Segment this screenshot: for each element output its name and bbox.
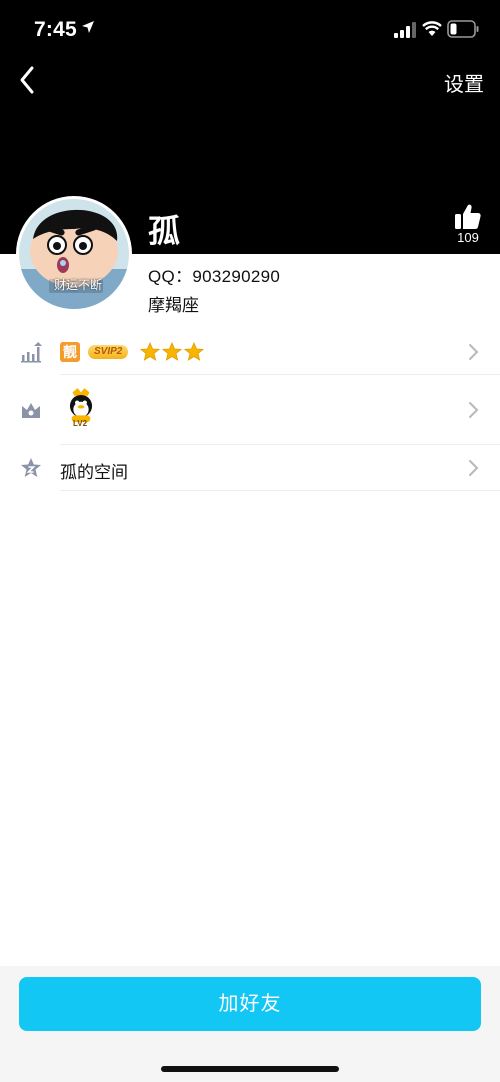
growth-chart-icon — [21, 342, 42, 363]
qq-number: QQ：903290290 — [148, 267, 281, 286]
chevron-right-icon — [469, 402, 479, 418]
status-bar: 7:45 — [0, 0, 500, 56]
avatar-caption: 财运不断 — [53, 278, 102, 292]
level-text: LV2 — [73, 419, 88, 428]
star-icon — [162, 342, 182, 361]
star-z-icon — [21, 458, 41, 477]
thumbs-up-icon[interactable] — [452, 202, 482, 232]
home-indicator[interactable] — [161, 1066, 339, 1072]
avatar[interactable]: 财运不断 — [16, 196, 132, 312]
svip-badge: SVIP2 — [88, 345, 129, 359]
divider — [60, 374, 500, 375]
list-item-vip[interactable]: 靓 SVIP2 — [0, 330, 500, 374]
space-label: 孤的空间 — [60, 463, 128, 482]
back-chevron-icon[interactable] — [14, 62, 42, 98]
settings-button[interactable]: 设置 — [444, 68, 484, 97]
crown-icon — [22, 403, 40, 418]
list-item-space[interactable]: 孤的空间 — [0, 446, 500, 490]
location-arrow-icon — [82, 21, 94, 33]
list-item-level[interactable]: LV2 — [0, 376, 500, 444]
battery-icon — [447, 20, 479, 38]
star-icon — [140, 342, 160, 361]
chevron-right-icon — [469, 344, 479, 360]
liang-badge: 靓 — [60, 342, 80, 362]
chevron-right-icon — [469, 460, 479, 476]
star-icon — [184, 342, 204, 361]
divider — [60, 444, 500, 445]
signal-icon — [394, 22, 416, 38]
divider — [60, 490, 500, 491]
wifi-icon — [422, 21, 442, 36]
zodiac: 摩羯座 — [148, 296, 199, 315]
status-time: 7:45 — [34, 18, 77, 41]
like-count: 109 — [457, 230, 479, 245]
profile-name: 孤 — [148, 213, 181, 249]
add-friend-button[interactable]: 加好友 — [19, 977, 481, 1031]
